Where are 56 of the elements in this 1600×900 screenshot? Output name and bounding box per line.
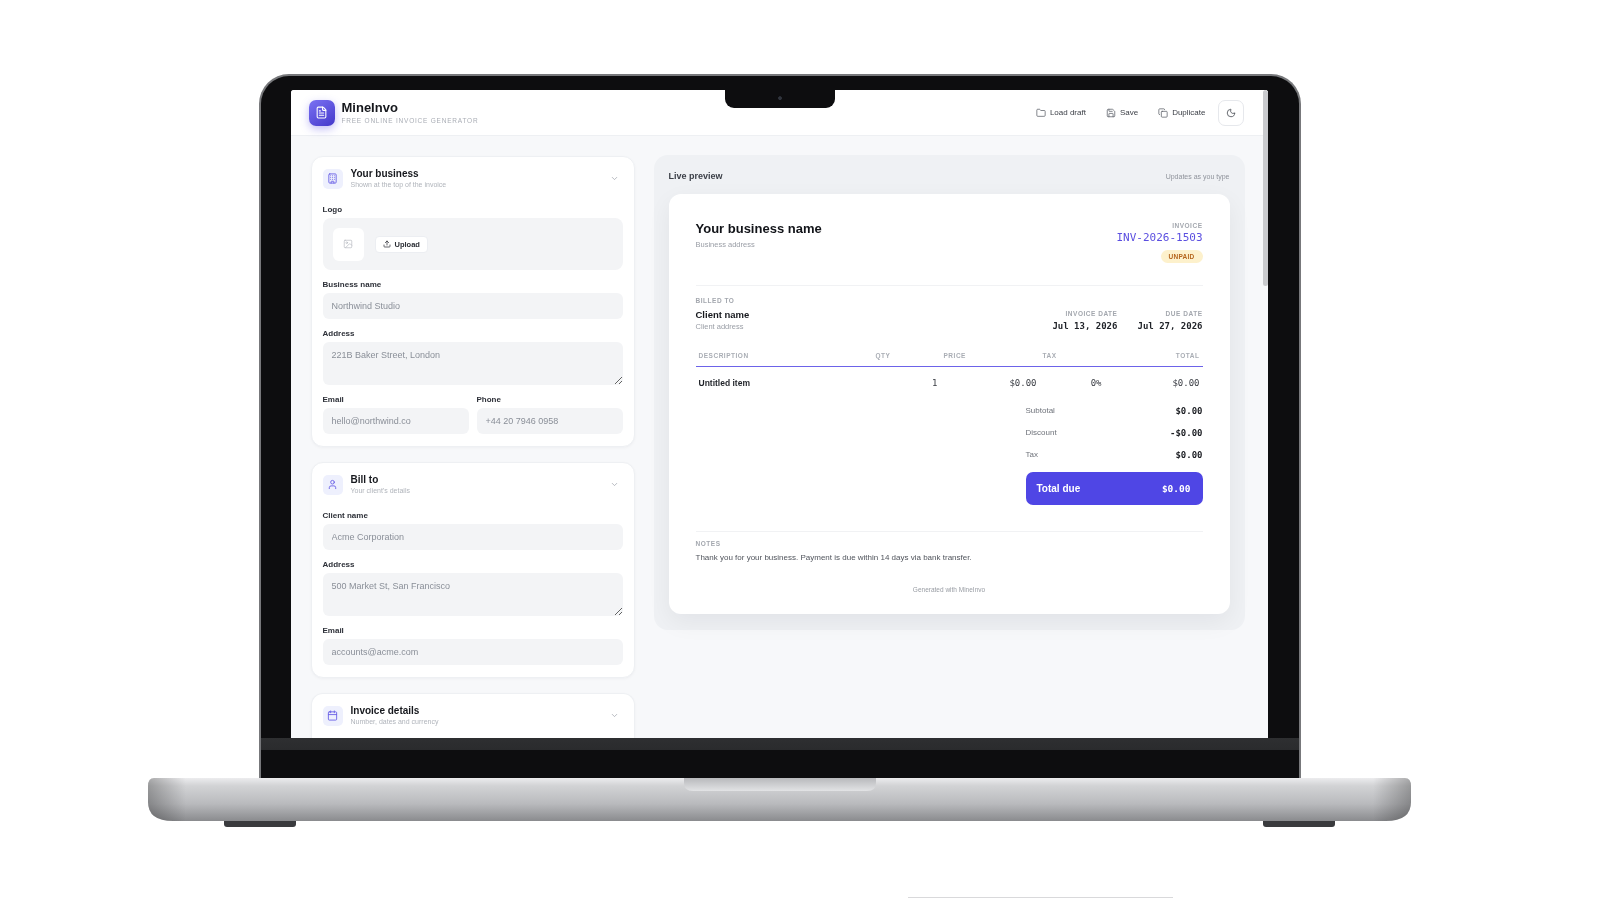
client-name: Client name [695, 308, 750, 321]
field-label: Client name [322, 510, 368, 521]
image-icon [332, 227, 364, 261]
total-label: Subtotal [1025, 405, 1055, 417]
text-input[interactable]: Northwind Studio [322, 293, 623, 319]
total-label: Tax [1025, 449, 1038, 461]
building-icon [322, 168, 343, 189]
total-due-amount: $0.00 [1161, 483, 1191, 494]
date-value: Jul 27, 2026 [1137, 320, 1203, 332]
invoice-number: INV-2026-1503 [1116, 231, 1203, 245]
app-title: MineInvo [341, 100, 398, 115]
upload-icon [382, 240, 391, 248]
text-input[interactable]: Acme Corporation [322, 524, 623, 550]
field-label: Email [322, 394, 344, 405]
total-value: $0.00 [1175, 405, 1203, 417]
field-label: Business name [322, 279, 382, 290]
business-name: Your business name [695, 221, 822, 237]
section-title: Bill to [350, 474, 379, 486]
field-label: Address [322, 559, 355, 570]
section-title: Your business [350, 168, 419, 180]
text-input[interactable]: +44 20 7946 0958 [476, 408, 623, 434]
document-logo-icon [308, 99, 335, 126]
toolbar-button[interactable]: Save [1097, 103, 1147, 122]
date-value: Jul 13, 2026 [1052, 320, 1118, 332]
textarea-field[interactable]: 221B Baker Street, London [322, 342, 623, 385]
total-value: -$0.00 [1170, 427, 1203, 439]
text-input[interactable]: hello@northwind.co [322, 408, 469, 434]
table-cell-text: 1 [931, 377, 939, 389]
table-cell-text: 0% [1089, 377, 1103, 389]
preview-title: Live preview [668, 171, 723, 181]
theme-toggle-button[interactable] [1217, 99, 1244, 126]
section-title: Invoice details [350, 705, 420, 717]
chevron-down-icon[interactable] [609, 174, 619, 183]
total-value: $0.00 [1175, 449, 1203, 461]
moon-icon [1225, 107, 1236, 118]
total-due-label: Total due [1036, 483, 1081, 494]
notes-text: Thank you for your business. Payment is due within 14 days via bank transfer. [695, 552, 972, 563]
total-label: Discount [1025, 427, 1057, 439]
field-label: Logo [322, 204, 343, 215]
user-icon [322, 474, 343, 495]
field-label: Phone [476, 394, 501, 405]
copy-icon [1158, 107, 1169, 118]
table-cell-text: $0.00 [1008, 377, 1038, 389]
field-label: Email [322, 625, 344, 636]
folder-icon [1035, 107, 1046, 118]
chevron-down-icon[interactable] [609, 711, 619, 720]
table-cell-text: Untitled item [697, 377, 751, 389]
table-cell-text: $0.00 [1171, 377, 1201, 389]
field-label: Address [322, 328, 355, 339]
toolbar-button[interactable]: Duplicate [1150, 103, 1214, 122]
chevron-down-icon[interactable] [609, 480, 619, 489]
text-input[interactable]: accounts@acme.com [322, 639, 623, 665]
toolbar-button[interactable]: Load draft [1027, 103, 1094, 122]
textarea-field[interactable]: 500 Market St, San Francisco [322, 573, 623, 616]
calendar-icon [322, 705, 343, 726]
scrollbar-thumb[interactable] [1262, 90, 1268, 286]
